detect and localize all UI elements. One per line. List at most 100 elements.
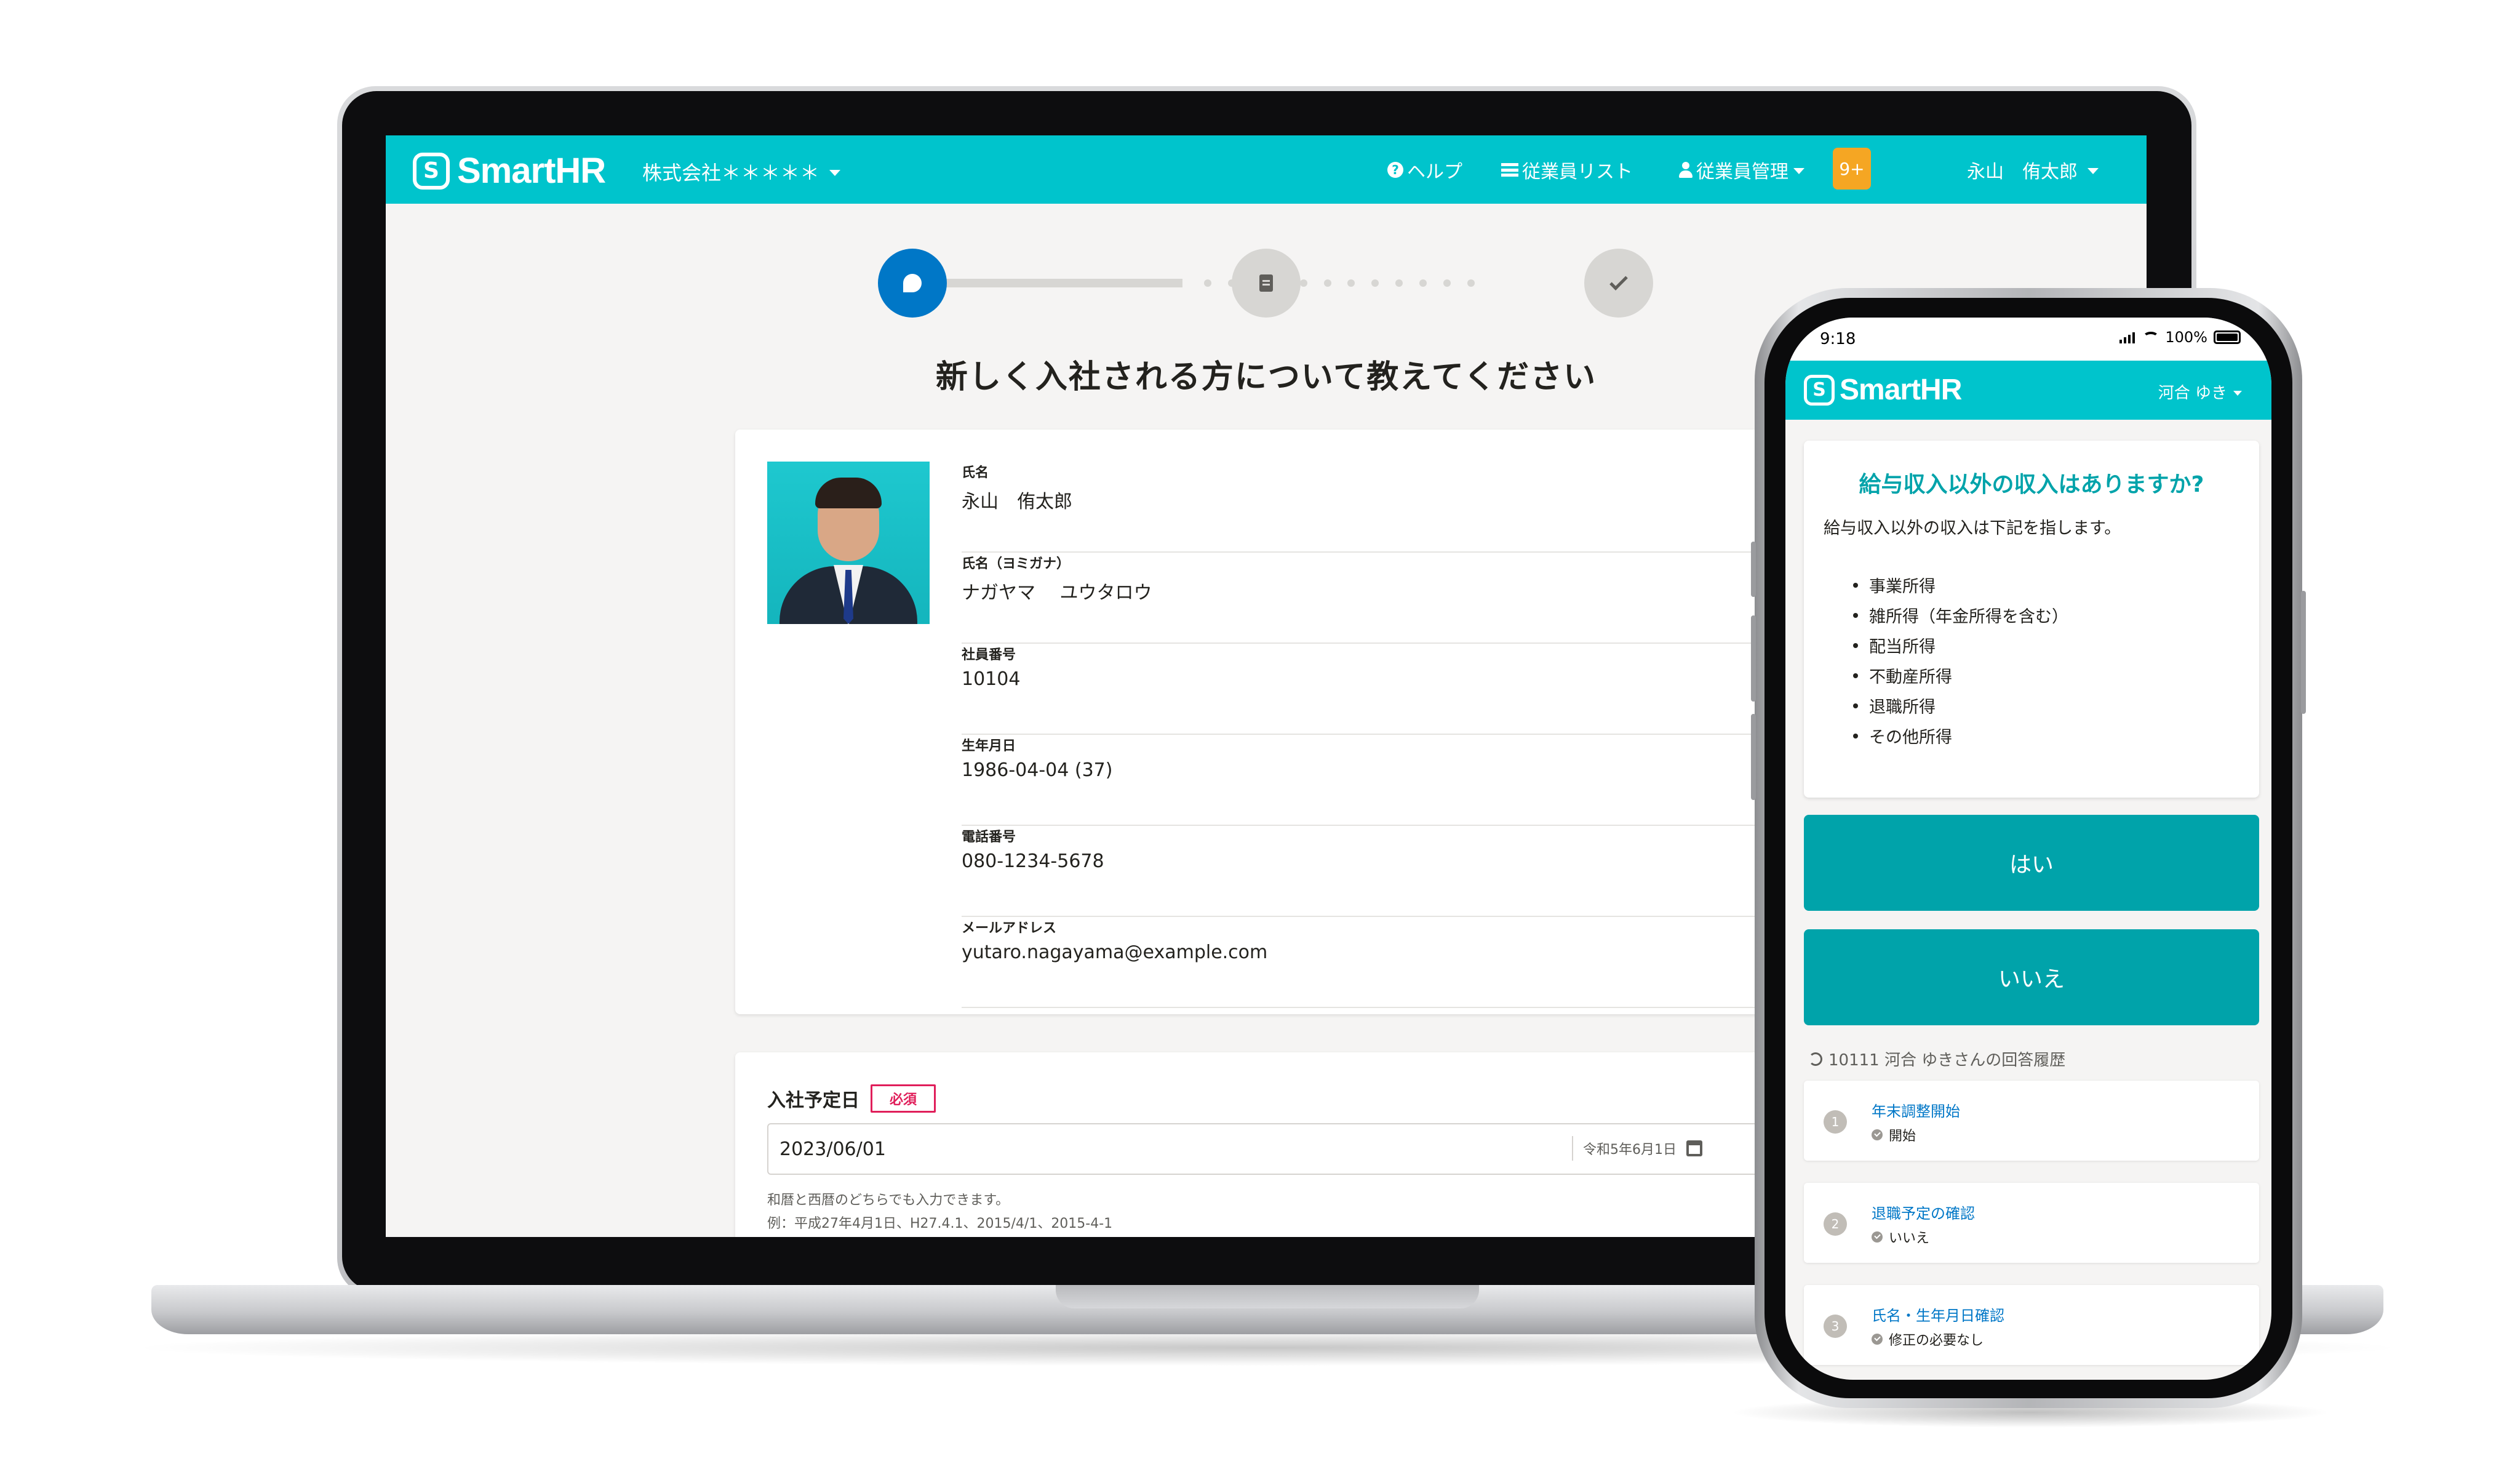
nav-employee-list[interactable]: 従業員リスト	[1501, 156, 1633, 183]
history-icon	[1809, 1052, 1822, 1066]
question-description: 給与収入以外の収入は下記を指します。	[1824, 519, 2121, 538]
stepper-step-2	[1232, 249, 1301, 318]
history-step-title[interactable]: 年末調整開始	[1872, 1099, 1960, 1121]
document-icon	[1259, 274, 1273, 292]
check-circle-icon	[1872, 1334, 1883, 1345]
field-value: 永山 侑太郎	[962, 491, 1072, 513]
nav-employee-list-label: 従業員リスト	[1522, 161, 1633, 183]
battery-icon	[2214, 330, 2241, 344]
check-icon	[1609, 272, 1628, 290]
battery-percent: 100%	[2165, 329, 2207, 346]
chevron-down-icon	[2233, 390, 2242, 396]
employee-photo	[767, 462, 930, 624]
list-item: 雑所得（年金所得を含む）	[1853, 600, 2068, 630]
status-icons: 100%	[2119, 329, 2241, 346]
chevron-down-icon	[1793, 168, 1804, 174]
help-icon: ?	[1387, 162, 1403, 178]
field-label: 生年月日	[962, 738, 1016, 754]
era-date-display: 令和5年6月1日	[1572, 1136, 1702, 1161]
company-name: 株式会社＊＊＊＊＊	[642, 161, 820, 185]
history-step-answer: 開始	[1872, 1125, 1916, 1145]
phone-side-button	[1751, 714, 1756, 800]
list-item: 退職所得	[1853, 690, 2068, 721]
brand-name: SmartHR	[1840, 374, 1962, 406]
join-date-hint: 和暦と西暦のどちらでも入力できます。	[767, 1193, 1010, 1208]
phone-side-button	[1751, 542, 1756, 597]
field-value: yutaro.nagayama@example.com	[962, 942, 1268, 963]
smarthr-logo-icon: S	[413, 152, 450, 190]
nav-employee-management[interactable]: 従業員管理	[1679, 156, 1804, 183]
field-value: ナガヤマ ユウタロウ	[962, 582, 1152, 604]
history-step-answer-text: いいえ	[1889, 1231, 1930, 1246]
answer-history-title-text: 10111 河合 ゆきさんの回答履歴	[1828, 1051, 2066, 1070]
status-time: 9:18	[1820, 330, 1856, 348]
field-value: 1986-04-04 (37)	[962, 759, 1113, 781]
field-label: 電話番号	[962, 830, 1016, 845]
field-employee-number: 社員番号 10104	[962, 644, 1781, 735]
history-step-answer: 修正の必要なし	[1872, 1329, 1984, 1349]
field-name: 氏名 永山 侑太郎	[962, 462, 1781, 553]
field-email: メールアドレス yutaro.nagayama@example.com	[962, 917, 1781, 1008]
list-item: その他所得	[1853, 721, 2068, 751]
list-item: 配当所得	[1853, 630, 2068, 660]
check-circle-icon	[1872, 1231, 1883, 1243]
phone-power-button	[2301, 591, 2306, 714]
profile-card: 氏名 永山 侑太郎 氏名（ヨミガナ） ナガヤマ ユウタロウ 社員番号 10104…	[735, 430, 1781, 1014]
notification-badge[interactable]: 9+	[1833, 148, 1871, 190]
history-step-answer-text: 修正の必要なし	[1889, 1333, 1984, 1348]
field-value: 080-1234-5678	[962, 851, 1104, 872]
stepper-line-complete	[912, 279, 1182, 287]
field-phone: 電話番号 080-1234-5678	[962, 826, 1781, 917]
phone-user-menu[interactable]: 河合 ゆき	[2158, 380, 2242, 403]
field-value: 10104	[962, 668, 1021, 690]
no-button[interactable]: いいえ	[1804, 929, 2259, 1025]
nav-help[interactable]: ? ヘルプ	[1387, 156, 1462, 183]
field-label: 社員番号	[962, 647, 1016, 663]
calendar-icon[interactable]	[1686, 1140, 1702, 1156]
question-title: 給与収入以外の収入はありますか?	[1859, 472, 2204, 497]
history-step-number: 1	[1824, 1110, 1847, 1134]
income-type-list: 事業所得 雑所得（年金所得を含む） 配当所得 不動産所得 退職所得 その他所得	[1853, 570, 2068, 751]
history-item[interactable]: 2 退職予定の確認 いいえ	[1804, 1183, 2259, 1263]
chevron-down-icon	[2087, 168, 2099, 174]
history-step-answer: いいえ	[1872, 1227, 1929, 1247]
list-item: 事業所得	[1853, 570, 2068, 600]
user-menu[interactable]: 永山 侑太郎	[1967, 156, 2099, 183]
history-step-number: 2	[1824, 1212, 1847, 1236]
person-icon	[1679, 162, 1693, 178]
nav-help-label: ヘルプ	[1407, 161, 1462, 183]
yes-button[interactable]: はい	[1804, 815, 2259, 911]
field-label: 氏名	[962, 465, 989, 481]
question-card: 給与収入以外の収入はありますか? 給与収入以外の収入は下記を指します。 事業所得…	[1804, 441, 2259, 798]
wifi-icon	[2143, 332, 2159, 343]
history-item[interactable]: 3 氏名・生年月日確認 修正の必要なし	[1804, 1285, 2259, 1365]
join-date-card: 入社予定日 必須 令和5年6月1日 和暦と西暦のどちらでも入力できます。 例：平…	[735, 1052, 1781, 1237]
list-item: 不動産所得	[1853, 660, 2068, 690]
required-badge: 必須	[871, 1084, 936, 1113]
history-item[interactable]: 1 年末調整開始 開始	[1804, 1081, 2259, 1161]
history-step-title[interactable]: 氏名・生年月日確認	[1872, 1303, 2004, 1325]
user-name: 永山 侑太郎	[1967, 161, 2078, 183]
check-circle-icon	[1872, 1129, 1883, 1140]
rocket-icon	[903, 274, 922, 292]
stepper-step-3	[1584, 249, 1653, 318]
nav-employee-management-label: 従業員管理	[1696, 161, 1788, 183]
chevron-down-icon	[829, 170, 841, 176]
phone-app-header: S SmartHR 河合 ゆき	[1785, 361, 2271, 420]
company-switcher[interactable]: 株式会社＊＊＊＊＊	[642, 158, 841, 186]
join-date-example: 例：平成27年4月1日、H27.4.1、2015/4/1、2015-4-1	[767, 1216, 1113, 1231]
field-label: メールアドレス	[962, 921, 1057, 936]
signal-icon	[2119, 331, 2137, 343]
history-step-number: 3	[1824, 1315, 1847, 1338]
brand-name: SmartHR	[457, 151, 606, 191]
answer-history-title: 10111 河合 ゆきさんの回答履歴	[1809, 1047, 2065, 1070]
history-step-title[interactable]: 退職予定の確認	[1872, 1201, 1975, 1223]
field-name-kana: 氏名（ヨミガナ） ナガヤマ ユウタロウ	[962, 553, 1781, 644]
join-date-label: 入社予定日 必須	[767, 1084, 936, 1113]
smarthr-logo[interactable]: S SmartHR	[413, 150, 606, 191]
phone-side-button	[1751, 615, 1756, 702]
smarthr-logo[interactable]: S SmartHR	[1804, 373, 1962, 407]
status-bar: 9:18 100%	[1785, 318, 2271, 361]
phone-screen: 9:18 100% S SmartHR 河合 ゆき 給与収入以外の収入はあります…	[1785, 318, 2271, 1380]
field-birthdate: 生年月日 1986-04-04 (37)	[962, 735, 1781, 826]
